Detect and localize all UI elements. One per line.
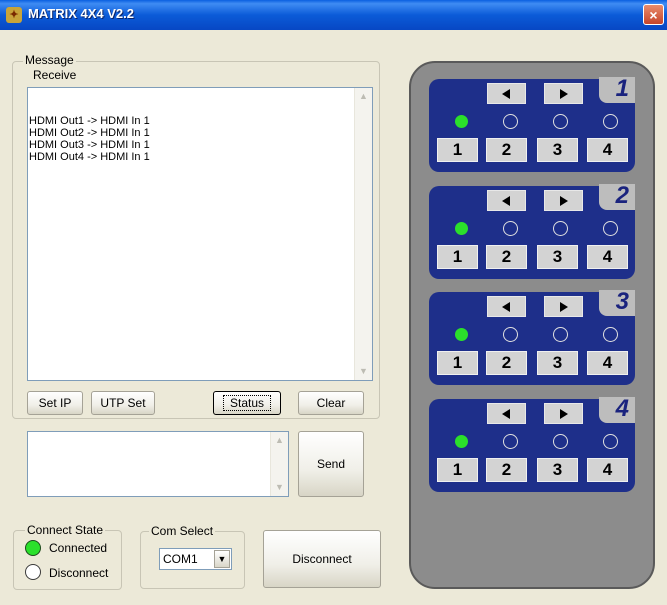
title-bar[interactable]: ✦ MATRIX 4X4 V2.2 ×	[0, 0, 667, 30]
input-led-4	[603, 114, 618, 129]
prev-input-button[interactable]	[487, 403, 526, 424]
input-led-3	[553, 434, 568, 449]
receive-line: HDMI Out3 -> HDMI In 1	[29, 139, 150, 151]
output-panel-4: 4 1234	[429, 395, 635, 492]
input-led-3	[553, 114, 568, 129]
arrow-left-icon	[502, 302, 510, 312]
input-button-2[interactable]: 2	[486, 138, 527, 162]
connected-radio[interactable]	[25, 540, 41, 556]
output-number: 1	[615, 75, 629, 102]
arrow-left-icon	[502, 409, 510, 419]
input-led-4	[603, 221, 618, 236]
receive-scrollbar[interactable]: ▲ ▼	[354, 88, 372, 380]
input-button-4[interactable]: 4	[587, 138, 628, 162]
receive-line: HDMI Out4 -> HDMI In 1	[29, 151, 150, 163]
input-button-1[interactable]: 1	[437, 245, 478, 269]
input-button-3[interactable]: 3	[537, 245, 578, 269]
disconnect-button[interactable]: Disconnect	[263, 530, 381, 588]
input-led-2	[503, 434, 518, 449]
disconnect-radio[interactable]	[25, 564, 41, 580]
utp-set-button[interactable]: UTP Set	[91, 391, 155, 415]
input-button-2[interactable]: 2	[486, 351, 527, 375]
arrow-right-icon	[560, 196, 568, 206]
input-button-2[interactable]: 2	[486, 245, 527, 269]
arrow-right-icon	[560, 409, 568, 419]
send-button[interactable]: Send	[298, 431, 364, 497]
receive-lines: HDMI Out1 -> HDMI In 1 HDMI Out2 -> HDMI…	[29, 115, 150, 163]
next-input-button[interactable]	[544, 83, 583, 104]
input-button-1[interactable]: 1	[437, 351, 478, 375]
scroll-up-icon[interactable]: ▲	[355, 88, 372, 105]
status-button-label: Status	[222, 395, 272, 411]
input-led-3	[553, 327, 568, 342]
arrow-right-icon	[560, 302, 568, 312]
output-panel-3: 3 1234	[429, 288, 635, 385]
input-led-4	[603, 327, 618, 342]
next-input-button[interactable]	[544, 190, 583, 211]
send-scrollbar[interactable]: ▲ ▼	[270, 432, 288, 496]
input-led-2	[503, 221, 518, 236]
next-input-button[interactable]	[544, 403, 583, 424]
input-led-4	[603, 434, 618, 449]
input-led-1	[454, 327, 469, 342]
input-button-2[interactable]: 2	[486, 458, 527, 482]
receive-line: HDMI Out2 -> HDMI In 1	[29, 127, 150, 139]
input-button-1[interactable]: 1	[437, 138, 478, 162]
input-button-3[interactable]: 3	[537, 458, 578, 482]
chevron-down-icon[interactable]: ▼	[214, 550, 230, 568]
output-number: 3	[615, 288, 629, 315]
input-led-1	[454, 114, 469, 129]
send-textarea[interactable]: ▲ ▼	[27, 431, 289, 497]
message-group-label: Message	[23, 53, 76, 67]
input-button-4[interactable]: 4	[587, 458, 628, 482]
input-led-3	[553, 221, 568, 236]
scroll-down-icon[interactable]: ▼	[271, 479, 288, 496]
window-title: MATRIX 4X4 V2.2	[28, 6, 134, 21]
arrow-left-icon	[502, 89, 510, 99]
app-icon: ✦	[6, 7, 22, 23]
com-select-dropdown[interactable]: COM1 ▼	[159, 548, 232, 570]
clear-button[interactable]: Clear	[298, 391, 364, 415]
receive-label: Receive	[31, 68, 79, 82]
input-button-4[interactable]: 4	[587, 245, 628, 269]
prev-input-button[interactable]	[487, 190, 526, 211]
input-button-4[interactable]: 4	[587, 351, 628, 375]
receive-textarea[interactable]: HDMI Out1 -> HDMI In 1 HDMI Out2 -> HDMI…	[27, 87, 373, 381]
arrow-left-icon	[502, 196, 510, 206]
com-select-label: Com Select	[149, 524, 216, 538]
prev-input-button[interactable]	[487, 83, 526, 104]
input-button-1[interactable]: 1	[437, 458, 478, 482]
connect-state-label: Connect State	[25, 523, 106, 537]
prev-input-button[interactable]	[487, 296, 526, 317]
set-ip-button[interactable]: Set IP	[27, 391, 83, 415]
close-button[interactable]: ×	[643, 4, 664, 25]
connected-label: Connected	[49, 541, 108, 555]
scroll-up-icon[interactable]: ▲	[271, 432, 288, 449]
input-led-2	[503, 327, 518, 342]
com-select-value: COM1	[163, 552, 198, 566]
output-panel-2: 2 1234	[429, 182, 635, 279]
output-number: 2	[615, 182, 629, 209]
input-led-2	[503, 114, 518, 129]
input-led-1	[454, 434, 469, 449]
status-button[interactable]: Status	[213, 391, 281, 415]
output-number: 4	[615, 395, 629, 422]
disconnect-label: Disconnect	[49, 566, 109, 580]
next-input-button[interactable]	[544, 296, 583, 317]
input-led-1	[454, 221, 469, 236]
arrow-right-icon	[560, 89, 568, 99]
input-button-3[interactable]: 3	[537, 138, 578, 162]
receive-line: HDMI Out1 -> HDMI In 1	[29, 115, 150, 127]
input-button-3[interactable]: 3	[537, 351, 578, 375]
output-panel-1: 1 1234	[429, 75, 635, 172]
scroll-down-icon[interactable]: ▼	[355, 363, 372, 380]
connect-state-group	[13, 530, 122, 590]
